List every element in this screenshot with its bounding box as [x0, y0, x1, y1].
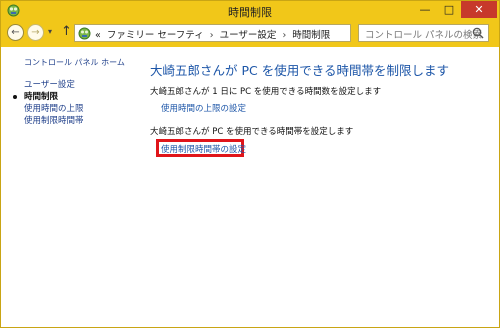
breadcrumb-overflow[interactable]: «: [95, 30, 101, 41]
close-button[interactable]: ✕: [461, 1, 497, 18]
up-arrow-icon[interactable]: ↑: [61, 24, 72, 39]
breadcrumb-item-time-limits[interactable]: 時間制限: [292, 30, 330, 41]
breadcrumb-item-user-settings[interactable]: ユーザー設定: [220, 30, 277, 41]
usage-limit-settings-link[interactable]: 使用時間の上限の設定: [161, 102, 246, 114]
address-bar[interactable]: « ファミリー セーフティ › ユーザー設定 › 時間制限 ▾ ↻: [74, 24, 422, 42]
search-placeholder: コントロール パネルの検索: [365, 30, 483, 41]
recent-locations-chevron-down-icon[interactable]: ▾: [48, 27, 52, 36]
current-page-bullet: [13, 95, 17, 99]
control-panel-window: 時間制限 — □ ✕ ← → ▾ ↑ « ファミリー セーフティ › ユーザー設…: [0, 0, 500, 328]
forward-button[interactable]: →: [27, 24, 44, 41]
restricted-hours-description: 大崎五郎さんが PC を使用できる時間帯を設定します: [150, 127, 354, 137]
sidebar-item-label: 時間制限: [24, 92, 59, 102]
minimize-button[interactable]: —: [413, 1, 437, 19]
breadcrumb: « ファミリー セーフティ › ユーザー設定 › 時間制限: [95, 27, 333, 41]
breadcrumb-separator[interactable]: ›: [210, 30, 214, 41]
search-input[interactable]: コントロール パネルの検索: [358, 24, 489, 42]
sidebar-item-user-settings[interactable]: ユーザー設定: [24, 79, 84, 91]
maximize-button[interactable]: □: [437, 1, 461, 19]
sidebar-item-time-limits: 時間制限: [13, 91, 84, 103]
navigation-bar: ← → ▾ ↑ « ファミリー セーフティ › ユーザー設定 › 時間制限 ▾ …: [1, 21, 499, 47]
sidebar: ユーザー設定 時間制限 使用時間の上限 使用制限時間帯: [13, 79, 84, 127]
title-bar[interactable]: 時間制限 — □ ✕: [1, 1, 499, 21]
sidebar-item-restricted-hours[interactable]: 使用制限時間帯: [24, 115, 84, 127]
sidebar-item-usage-limit[interactable]: 使用時間の上限: [24, 103, 84, 115]
control-panel-icon: [78, 27, 91, 40]
page-title: 大崎五郎さんが PC を使用できる時間帯を制限します: [150, 63, 449, 78]
breadcrumb-item-family-safety[interactable]: ファミリー セーフティ: [107, 30, 204, 41]
back-button[interactable]: ←: [7, 24, 24, 41]
time-limit-description: 大崎五郎さんが 1 日に PC を使用できる時間数を設定します: [150, 87, 382, 97]
breadcrumb-separator[interactable]: ›: [282, 30, 286, 41]
sidebar-item-control-panel-home[interactable]: コントロール パネル ホーム: [24, 57, 125, 68]
restricted-hours-settings-link[interactable]: 使用制限時間帯の設定: [161, 143, 246, 155]
search-icon: [472, 27, 484, 39]
